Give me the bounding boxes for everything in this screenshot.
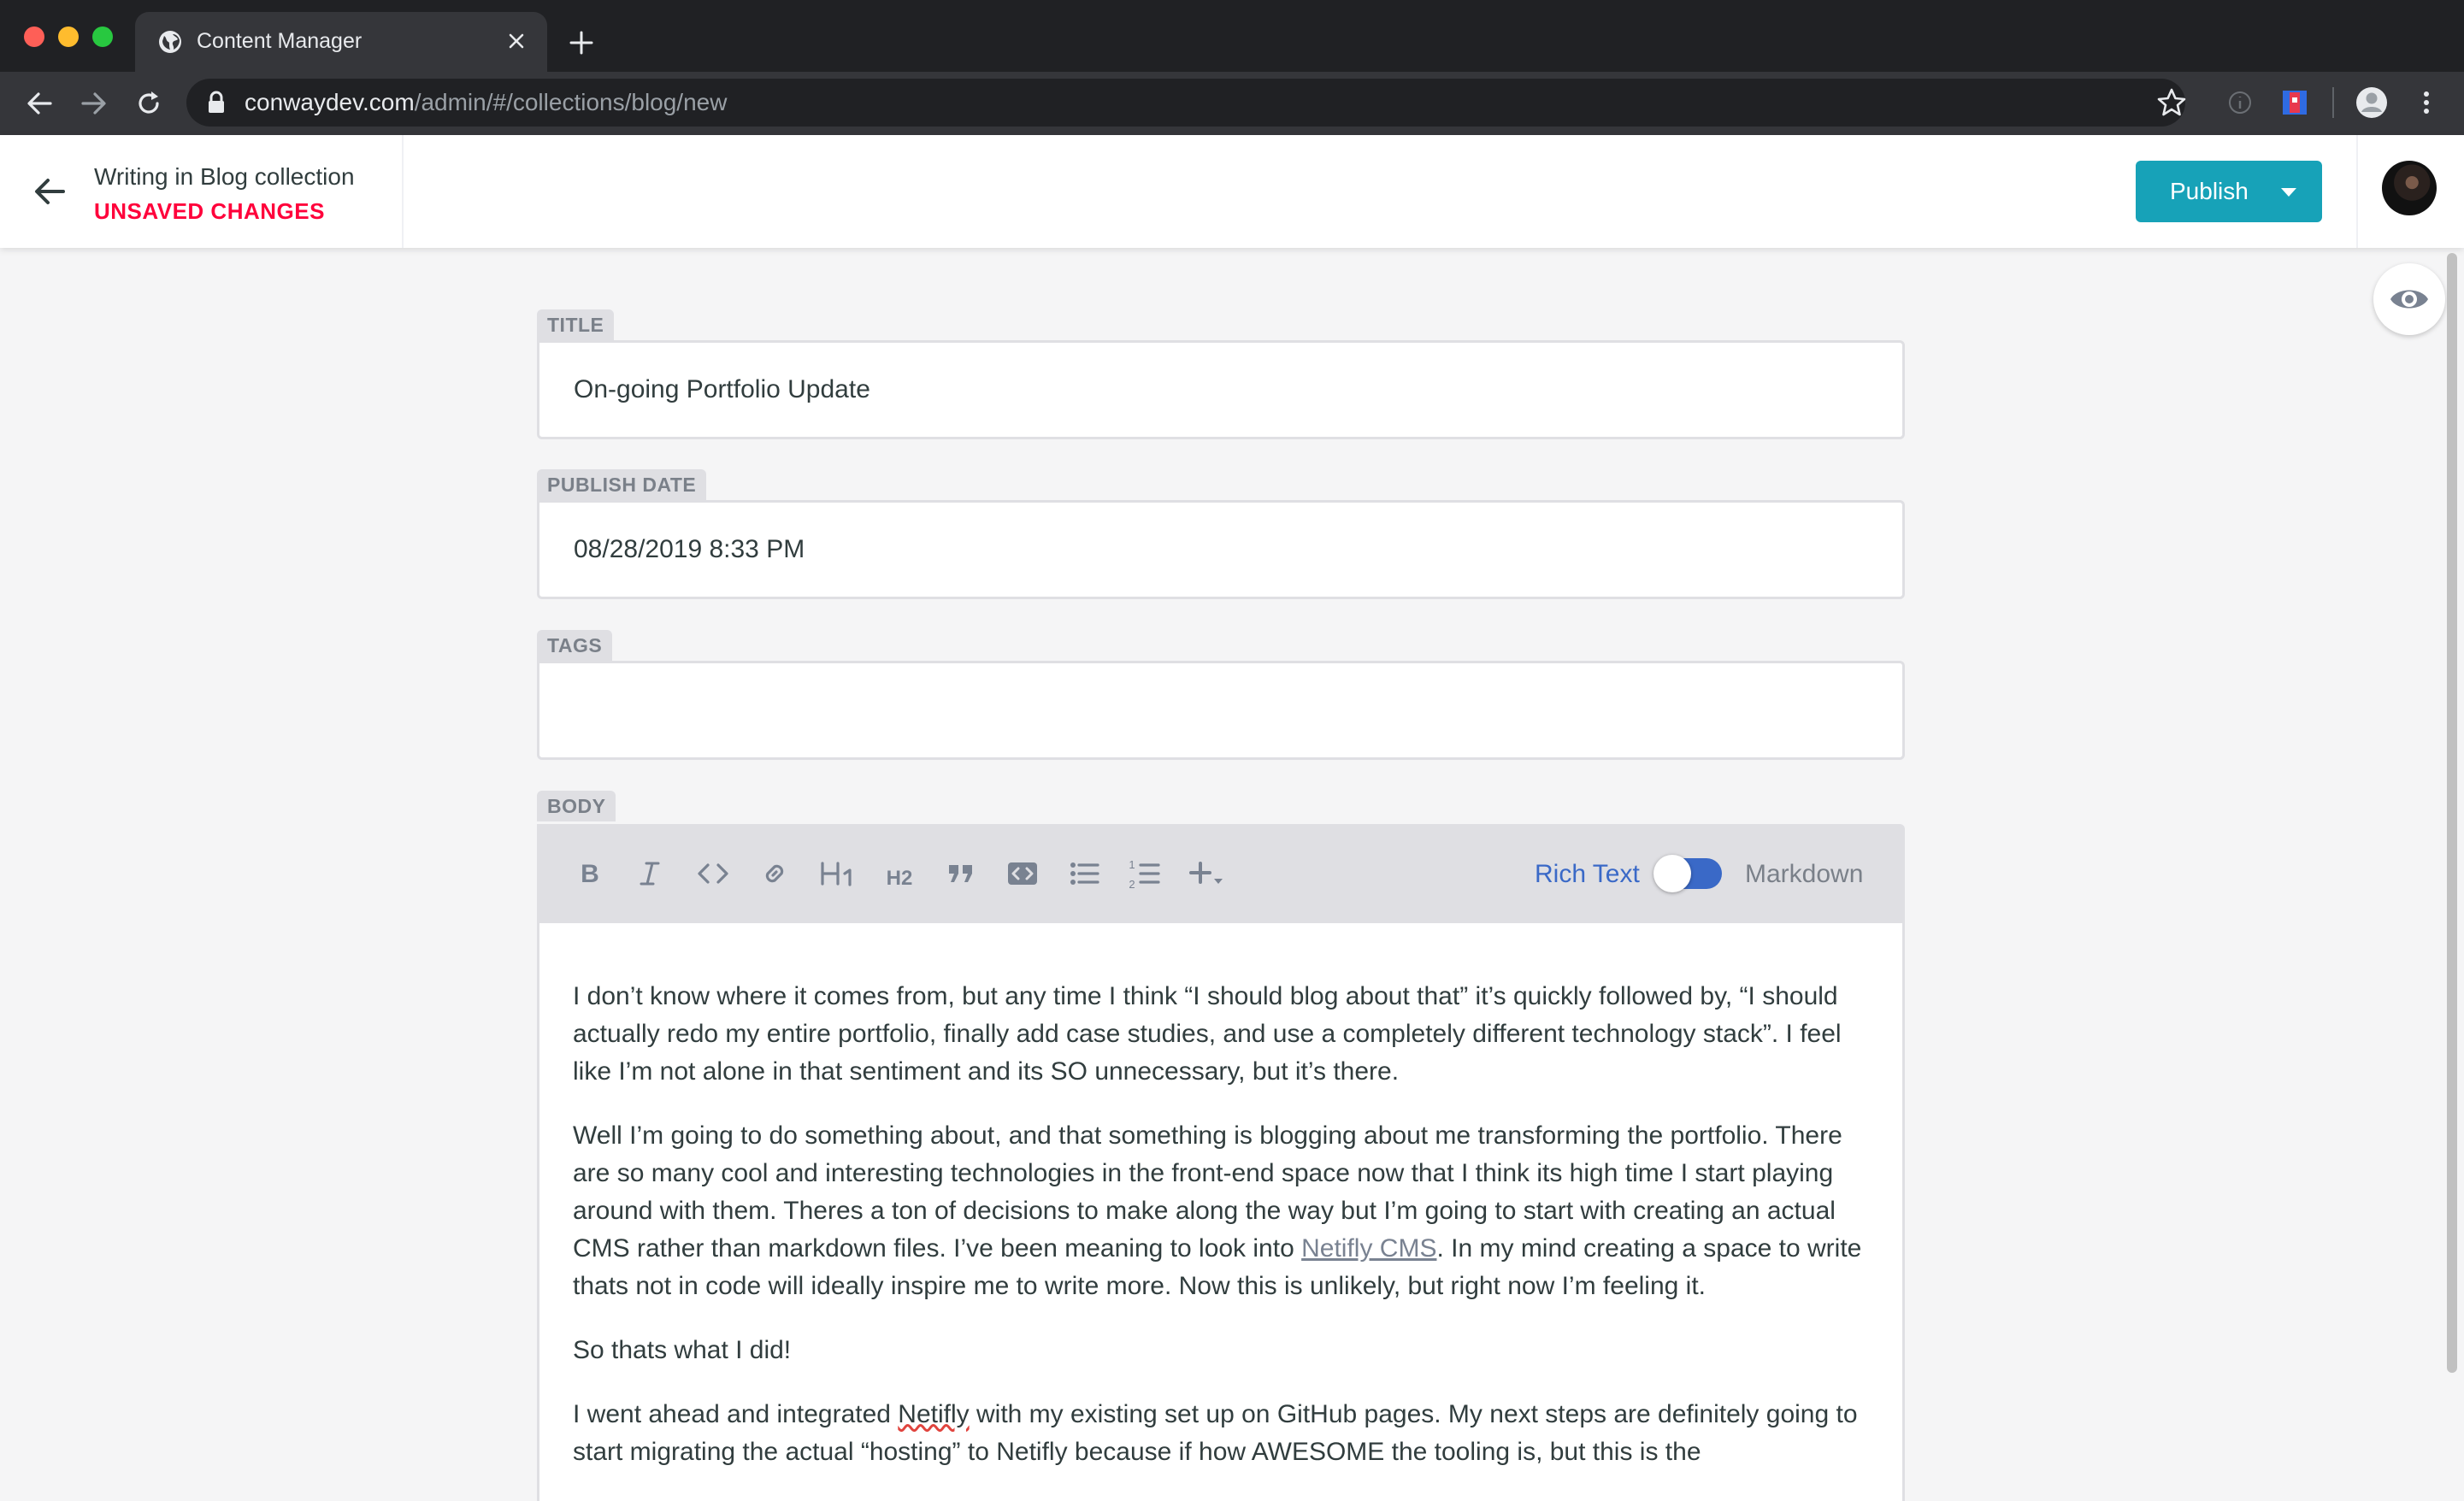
- body-paragraph: I don’t know where it comes from, but an…: [573, 982, 1842, 1086]
- lock-icon: [209, 91, 224, 113]
- reload-icon[interactable]: [133, 87, 165, 120]
- unsaved-status: UNSAVED CHANGES: [94, 198, 325, 224]
- close-icon[interactable]: [506, 31, 527, 51]
- body-content[interactable]: I don’t know where it comes from, but an…: [573, 978, 1872, 1498]
- title-input[interactable]: [537, 340, 1905, 439]
- code-block-icon[interactable]: [1005, 856, 1040, 891]
- paragraph-text: I went ahead and integrated: [573, 1400, 899, 1428]
- italic-icon[interactable]: [633, 856, 667, 891]
- body-paragraph: So thats what I did!: [573, 1336, 792, 1364]
- profile-icon[interactable]: [2355, 85, 2389, 120]
- tags-field-label: TAGS: [537, 630, 613, 661]
- info-extension-icon[interactable]: [2223, 85, 2257, 120]
- toggle-knob: [1653, 855, 1691, 892]
- publish-button[interactable]: Publish: [2136, 161, 2322, 222]
- markdown-mode-label[interactable]: Markdown: [1745, 858, 1863, 891]
- maximize-window-button[interactable]: [92, 26, 113, 47]
- svg-text:B: B: [581, 860, 599, 888]
- back-arrow-icon[interactable]: [23, 87, 56, 120]
- scrollbar-thumb[interactable]: [2447, 253, 2457, 1373]
- body-paragraph: I went ahead and integrated Netifly with…: [573, 1396, 1872, 1471]
- toolbar-divider: [2332, 87, 2334, 118]
- misspelled-word: Netifly: [898, 1400, 970, 1428]
- numbered-list-icon[interactable]: 1 2: [1127, 856, 1161, 891]
- netifly-cms-link[interactable]: Netifly CMS: [1301, 1234, 1436, 1263]
- minimize-window-button[interactable]: [58, 26, 79, 47]
- back-to-collection-icon[interactable]: [32, 176, 67, 207]
- publish-date-input[interactable]: [537, 500, 1905, 599]
- editor-mode-toggle[interactable]: [1653, 855, 1722, 892]
- header-divider: [402, 135, 404, 248]
- close-window-button[interactable]: [24, 26, 44, 47]
- svg-text:1: 1: [1129, 858, 1135, 871]
- avatar[interactable]: [2382, 161, 2437, 215]
- more-menu-icon[interactable]: [2409, 85, 2443, 120]
- editor-header: [0, 135, 2464, 248]
- tags-input[interactable]: [537, 661, 1905, 760]
- heading2-icon[interactable]: H2: [881, 856, 920, 891]
- preview-toggle-button[interactable]: [2373, 263, 2445, 335]
- collection-label: Writing in Blog collection: [94, 163, 355, 190]
- chevron-down-icon: [2281, 188, 2296, 197]
- body-field-label: BODY: [537, 791, 616, 821]
- publish-date-field-label: PUBLISH DATE: [537, 469, 707, 500]
- url-host: conwaydev.com: [245, 89, 415, 115]
- forward-arrow-icon[interactable]: [78, 87, 110, 120]
- globe-icon: [159, 31, 181, 53]
- code-icon[interactable]: [696, 856, 730, 891]
- star-bookmark-icon[interactable]: [2155, 85, 2189, 120]
- url-path: /admin/#/collections/blog/new: [414, 89, 728, 115]
- url-text[interactable]: conwaydev.com/admin/#/collections/blog/n…: [245, 86, 727, 119]
- eye-icon: [2390, 290, 2428, 309]
- svg-text:H2: H2: [887, 867, 913, 890]
- heading1-icon[interactable]: [819, 856, 858, 891]
- body-paragraph: Well I’m going to do something about, an…: [573, 1117, 1872, 1305]
- link-icon[interactable]: [757, 856, 792, 891]
- title-field-label: TITLE: [537, 309, 615, 340]
- tab-title: Content Manager: [197, 29, 363, 53]
- quote-icon[interactable]: [944, 856, 978, 891]
- new-tab-icon[interactable]: [568, 29, 595, 56]
- add-component-icon[interactable]: [1188, 856, 1228, 891]
- publish-label: Publish: [2170, 178, 2249, 204]
- rich-text-mode-label[interactable]: Rich Text: [1535, 858, 1640, 891]
- svg-text:2: 2: [1129, 878, 1135, 891]
- bold-icon[interactable]: B: [573, 856, 607, 891]
- header-divider: [2356, 135, 2358, 248]
- color-extension-icon[interactable]: [2278, 85, 2312, 120]
- bulleted-list-icon[interactable]: [1067, 856, 1101, 891]
